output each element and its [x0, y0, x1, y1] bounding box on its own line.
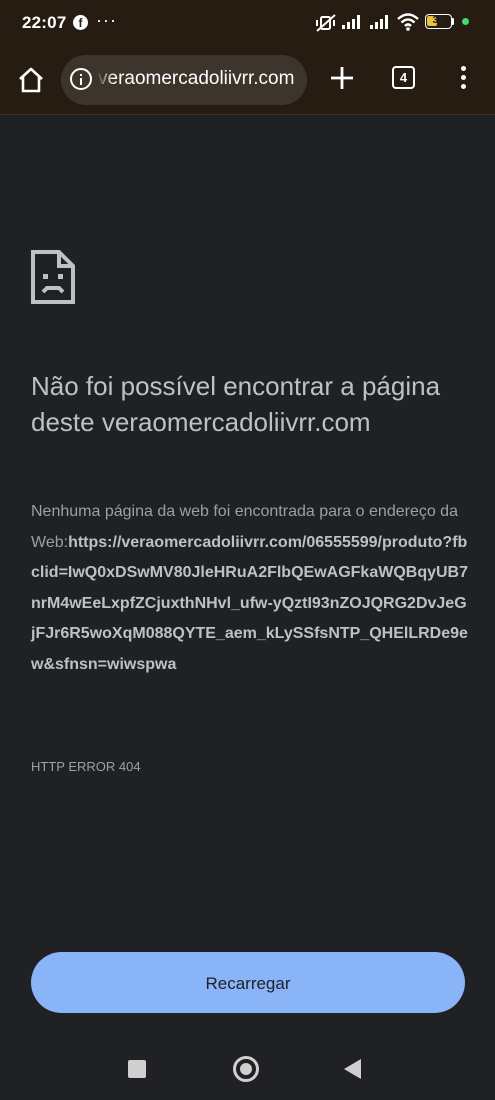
battery-level: 39	[432, 15, 444, 26]
error-title: Não foi possível encontrar a página dest…	[31, 371, 441, 437]
error-code: HTTP ERROR 404	[31, 759, 141, 774]
recents-square-icon[interactable]	[128, 1060, 146, 1078]
url-fade	[96, 55, 114, 105]
signal-icon	[342, 15, 360, 29]
wifi-icon	[397, 13, 419, 31]
facebook-icon: f	[73, 15, 88, 30]
battery-icon: 39	[425, 14, 452, 29]
battery-tip	[452, 18, 454, 25]
address-bar-url[interactable]: veraomercadoliivrr.com	[98, 68, 294, 90]
home-icon[interactable]	[14, 63, 48, 97]
sad-page-icon	[31, 250, 75, 304]
status-bar: 22:07 f ··· 39	[0, 0, 495, 46]
mute-vibrate-icon	[316, 14, 336, 32]
status-time: 22:07	[22, 13, 67, 32]
privacy-indicator-dot	[462, 18, 469, 25]
signal-icon	[370, 15, 388, 29]
info-icon[interactable]	[70, 68, 92, 90]
reload-button[interactable]: Recarregar	[31, 952, 465, 1013]
plus-icon[interactable]	[328, 64, 356, 92]
error-description: Nenhuma página da web foi encontrada par…	[31, 497, 471, 680]
more-notifications-icon: ···	[96, 10, 117, 30]
browser-toolbar: veraomercadoliivrr.com 4	[0, 46, 495, 115]
more-vert-icon[interactable]	[458, 66, 468, 92]
error-url: https://veraomercadoliivrr.com/06555599/…	[31, 533, 468, 673]
home-circle-icon[interactable]	[233, 1056, 259, 1082]
back-triangle-icon[interactable]	[344, 1059, 361, 1079]
address-bar[interactable]: veraomercadoliivrr.com	[61, 55, 307, 105]
tab-switcher-button[interactable]: 4	[392, 66, 415, 89]
